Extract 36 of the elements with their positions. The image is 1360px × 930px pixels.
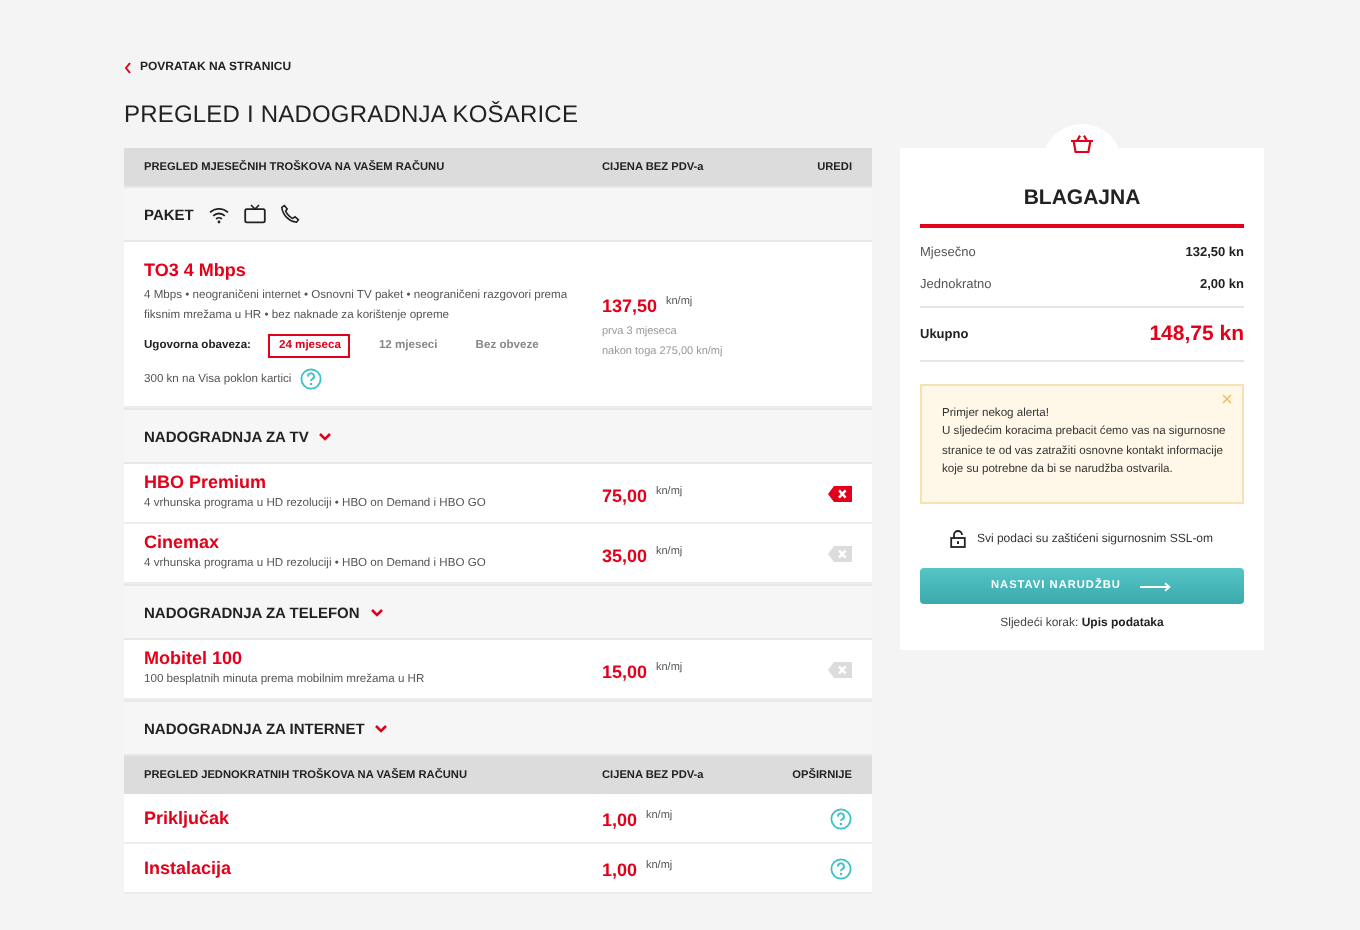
help-icon[interactable]: [830, 857, 852, 879]
lock-icon: [950, 530, 967, 549]
addon-name: HBO Premium: [144, 472, 269, 492]
price: 35,00: [602, 545, 648, 565]
chevron-down-icon: [374, 723, 389, 733]
price-unit: kn/mj: [655, 545, 683, 557]
remove-icon[interactable]: [828, 485, 852, 501]
addon-name: Cinemax: [144, 532, 222, 552]
close-icon[interactable]: [1222, 394, 1232, 404]
chevron-down-icon: [318, 431, 333, 441]
phone-icon: [279, 204, 300, 224]
price-unit: kn/mj: [645, 860, 673, 872]
package-name: TO3 4 Mbps: [144, 260, 248, 280]
price-unit: kn/mj: [645, 810, 673, 822]
checkout-title: BLAGAJNA: [920, 186, 1244, 228]
help-icon[interactable]: [830, 807, 852, 829]
price: 75,00: [602, 485, 648, 505]
price: 15,00: [602, 661, 648, 681]
wifi-icon: [207, 205, 230, 223]
page-title: PREGLED I NADOGRADNJA KOŠARICE: [124, 100, 581, 128]
price: 137,50: [602, 296, 658, 316]
chevron-left-icon: [124, 62, 132, 74]
price-unit: kn/mj: [655, 661, 683, 673]
price-unit: kn/mj: [655, 485, 683, 497]
fee-name: Instalacija: [144, 858, 234, 878]
addon-name: Mobitel 100: [144, 648, 245, 668]
price: 1,00: [602, 810, 638, 830]
arrow-right-icon: [1140, 581, 1173, 592]
tv-icon: [243, 204, 266, 224]
price: 1,00: [602, 860, 638, 880]
help-icon[interactable]: [299, 368, 322, 390]
basket-icon: [1070, 134, 1094, 154]
fee-name: Priključak: [144, 808, 232, 828]
price-unit: kn/mj: [665, 296, 693, 308]
chevron-down-icon: [369, 607, 384, 617]
total-value: 148,75 kn: [1149, 322, 1244, 346]
